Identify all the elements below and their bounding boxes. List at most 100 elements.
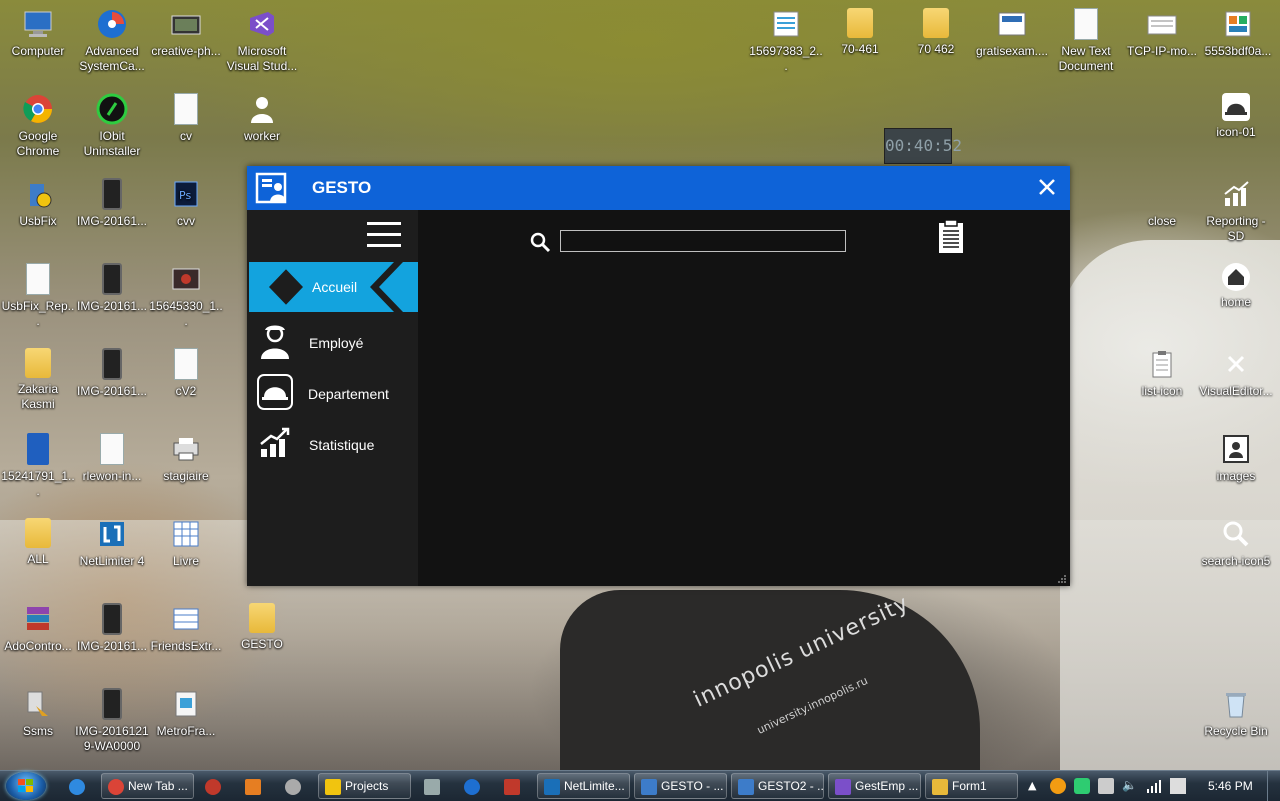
desktop-icon-search-icon5[interactable]: search-icon5 [1198,518,1274,569]
desktop-icon-netlimiter[interactable]: NetLimiter 4 [74,518,150,569]
show-desktop-button[interactable] [1267,771,1280,801]
desktop-icon-img-2[interactable]: IMG-20161... [74,263,150,314]
desktop-icon-advanced-systemcare[interactable]: Advanced SystemCa... [74,8,150,74]
taskbar-item-gesto2[interactable]: GESTO2 - ... [731,773,824,799]
spreadsheet-icon [170,518,202,550]
taskbar-item-app[interactable] [198,773,232,799]
desktop-icon-creative-ph[interactable]: creative-ph... [148,8,224,59]
start-button[interactable] [6,772,46,800]
desktop-icon-cv2[interactable]: cV2 [148,348,224,399]
taskbar-item-download[interactable] [497,773,531,799]
phone-image-icon [102,263,122,295]
desktop-icon-img-4[interactable]: IMG-20161... [74,603,150,654]
taskbar-item-settings[interactable] [278,773,312,799]
nav-item-statistique[interactable]: Statistique [247,420,418,470]
desktop-icon-15697383[interactable]: 15697383_2... [748,8,824,74]
taskbar-item-media-player[interactable] [238,773,272,799]
image-file-icon [170,8,202,40]
desktop-icon-5553bdf0a[interactable]: 5553bdf0a... [1200,8,1276,59]
nav-label-statistique: Statistique [309,437,375,453]
desktop-icon-visualeditor[interactable]: VisualEditor... [1198,348,1274,399]
show-hidden-icons-icon[interactable]: ▲ [1028,779,1044,795]
desktop-icon-cvv[interactable]: Ps cvv [148,178,224,229]
desktop-icon-zakaria-kasmi[interactable]: Zakaria Kasmi [0,348,76,412]
desktop-icon-worker[interactable]: worker [224,93,300,144]
desktop-icon-gratisexam[interactable]: gratisexam.... [974,8,1050,59]
title-bar[interactable]: GESTO [247,166,1070,210]
desktop-icon-gesto-folder[interactable]: GESTO [224,603,300,652]
desktop-icon-icon-01[interactable]: icon-01 [1198,93,1274,140]
desktop-icon-recycle-bin[interactable]: Recycle Bin [1198,688,1274,739]
tray-app-icon[interactable] [1050,778,1066,794]
search-icon[interactable] [529,231,551,253]
desktop-icon-usbfix-report[interactable]: UsbFix_Rep... [0,263,76,329]
desktop-icon-adocontrol[interactable]: AdoContro... [0,603,76,654]
nav-item-accueil[interactable]: Accueil [247,262,418,312]
desktop-icon-iobit-uninstaller[interactable]: IObit Uninstaller [74,93,150,159]
desktop-icon-list-icon[interactable]: list-icon [1124,348,1200,399]
taskbar-item-advanced-systemcare[interactable] [457,773,491,799]
windows-logo-icon [18,779,33,792]
nav-item-employe[interactable]: Employé [247,318,418,368]
taskbar-item-projects[interactable]: Projects [318,773,411,799]
taskbar-item-form1[interactable]: Form1 [925,773,1018,799]
desktop-icon-all[interactable]: ALL [0,518,76,567]
desktop-icon-cv[interactable]: cv [148,93,224,144]
hamburger-menu-button[interactable] [367,222,401,252]
desktop-icon-friendsextr[interactable]: FriendsExtr... [148,603,224,654]
desktop-icon-usbfix[interactable]: UsbFix [0,178,76,229]
desktop-icon-metrofra[interactable]: MetroFra... [148,688,224,739]
taskbar-item-tools[interactable] [417,773,451,799]
desktop-icon-visual-studio[interactable]: Microsoft Visual Stud... [224,8,300,74]
desktop-icon-rlewon[interactable]: rlewon-in... [74,433,150,484]
desktop-icon-computer[interactable]: Computer [0,8,76,59]
desktop-icon-15241791[interactable]: 15241791_1... [0,433,76,499]
desktop-icon-70-462[interactable]: 70 462 [898,8,974,57]
folder-icon [325,778,341,795]
taskbar-item-gesto[interactable]: GESTO - ... [634,773,727,799]
settings-icon [285,778,301,795]
chart-image-icon [1220,178,1252,210]
desktop-icon-70-461[interactable]: 70-461 [822,8,898,57]
background-timer: 00:40:52 [884,128,962,164]
desktop-icon-stagiaire[interactable]: stagiaire [148,433,224,484]
desktop-icon-images[interactable]: images [1198,433,1274,484]
taskbar-item-gestemp[interactable]: GestEmp ... [828,773,921,799]
form-icon [932,778,948,795]
desktop-icon-img-wa0000[interactable]: IMG-2016121 9-WA0000 [74,688,150,754]
recycle-bin-icon [1220,688,1252,720]
x-image-icon [1220,348,1252,380]
resize-grip[interactable] [1057,573,1067,583]
desktop-icon-home[interactable]: home [1198,263,1274,310]
clipboard-icon[interactable] [936,219,966,255]
taskbar-item-netlimiter[interactable]: NetLimite... [537,773,630,799]
tray-device-icon[interactable] [1098,778,1114,794]
taskbar-clock[interactable]: 5:46 PM [1208,779,1253,793]
hamburger-line [367,233,401,236]
desktop-icon-livre[interactable]: Livre [148,518,224,569]
nav-item-departement[interactable]: Departement [247,369,418,419]
ie-icon [69,778,85,795]
volume-icon[interactable]: 🔈 [1122,778,1138,794]
desktop-icon-google-chrome[interactable]: Google Chrome [0,93,76,159]
network-icon[interactable] [1146,778,1162,794]
desktop-icon-new-text-document[interactable]: New Text Document [1048,8,1124,74]
main-content [418,210,1070,586]
computer-icon [22,8,54,40]
desktop-icon-img-3[interactable]: IMG-20161... [74,348,150,399]
action-center-icon[interactable] [1170,778,1186,794]
desktop-icon-15645330[interactable]: 15645330_1... [148,263,224,329]
desktop-icon-reporting-sd[interactable]: Reporting - SD [1198,178,1274,244]
desktop-icon-ssms[interactable]: Ssms [0,688,76,739]
close-button[interactable] [1034,174,1060,200]
search-input[interactable] [560,230,846,252]
taskbar-item-new-tab[interactable]: New Tab ... [101,773,194,799]
usbfix-icon [22,178,54,210]
tray-security-icon[interactable] [1074,778,1090,794]
taskbar-item-ie[interactable] [62,773,96,799]
desktop-icon-close[interactable]: close [1124,178,1200,229]
desktop-icon-img-1[interactable]: IMG-20161... [74,178,150,229]
desktop-icon-tcp-ip[interactable]: TCP-IP-mo... [1124,8,1200,59]
helmet-icon [257,374,293,410]
visual-studio-icon [246,8,278,40]
